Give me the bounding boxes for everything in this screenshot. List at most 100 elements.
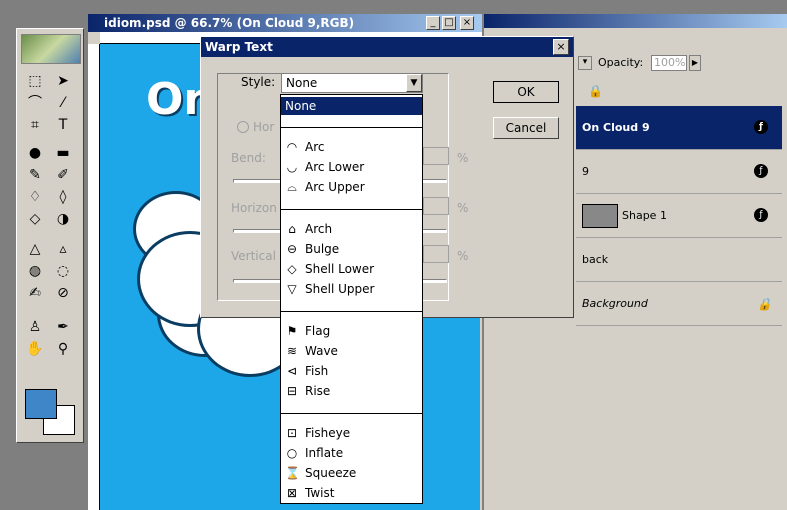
notes-tool-icon[interactable]: ✍: [23, 283, 47, 303]
dropdown-arrow-icon[interactable]: ▼: [406, 74, 422, 92]
style-option[interactable]: ⌓ Arc Upper: [281, 177, 422, 197]
layer-row[interactable]: 9ƒ: [576, 150, 782, 194]
eyedropper-tool-icon[interactable]: ⊘: [51, 283, 75, 303]
color-sampler-icon[interactable]: ✒: [51, 317, 75, 337]
style-option[interactable]: ⊠ Twist: [281, 483, 422, 503]
minimize-icon[interactable]: _: [426, 16, 440, 30]
style-option[interactable]: ⊡ Fisheye: [281, 423, 422, 443]
eraser-tool-icon[interactable]: ▬: [51, 143, 75, 163]
style-select[interactable]: None ▼: [281, 73, 423, 93]
layer-row[interactable]: On Cloud 9ƒ: [576, 106, 782, 150]
style-option[interactable]: ▽ Shell Upper: [281, 279, 422, 299]
dialog-close-icon[interactable]: ×: [553, 39, 569, 55]
flag-icon: ⚑: [286, 324, 298, 338]
pen-tool-icon[interactable]: ◍: [23, 261, 47, 281]
dialog-title-bar[interactable]: Warp Text: [201, 37, 573, 57]
bend-label: Bend:: [231, 151, 266, 165]
vertical-ruler: [88, 44, 100, 510]
opacity-arrow-icon[interactable]: ▶: [689, 55, 701, 71]
horizontal-distortion-field[interactable]: [423, 197, 449, 215]
brush-tool-icon[interactable]: ●: [23, 143, 47, 163]
separator: [281, 413, 422, 414]
style-option[interactable]: ≋ Wave: [281, 341, 422, 361]
lock-icon[interactable]: 🔒: [588, 84, 603, 98]
dialog-title: Warp Text: [205, 40, 273, 54]
horizontal-distortion-label: Horizon: [231, 201, 277, 215]
style-option-none[interactable]: None: [281, 97, 422, 115]
document-title-bar[interactable]: idiom.psd @ 66.7% (On Cloud 9,RGB): [88, 14, 482, 32]
horizontal-radio[interactable]: [237, 121, 249, 133]
blur-tool-icon[interactable]: ◇: [23, 209, 47, 229]
bend-percent: %: [457, 151, 469, 165]
type-tool-icon[interactable]: T: [51, 115, 75, 135]
wave-icon: ≋: [286, 344, 298, 358]
layer-style-icon[interactable]: ƒ: [754, 208, 768, 222]
cancel-button[interactable]: Cancel: [493, 117, 559, 139]
style-option[interactable]: ○ Inflate: [281, 443, 422, 463]
style-option[interactable]: ⊲ Fish: [281, 361, 422, 381]
twist-icon: ⊠: [286, 486, 298, 500]
crop-tool-icon[interactable]: ⌗: [23, 115, 47, 135]
shape-tool-icon[interactable]: ◌: [51, 261, 75, 281]
maximize-icon[interactable]: □: [442, 16, 456, 30]
vertical-percent: %: [457, 249, 469, 263]
separator: [281, 127, 422, 128]
bend-field[interactable]: [423, 147, 449, 165]
shell-upper-icon: ▽: [287, 282, 297, 296]
style-option[interactable]: ◡ Arc Lower: [281, 157, 422, 177]
gradient-tool-icon[interactable]: ◊: [51, 187, 75, 207]
fish-icon: ⊲: [286, 364, 298, 378]
separator: [281, 311, 422, 312]
foreground-color-swatch[interactable]: [25, 389, 57, 419]
layer-row[interactable]: back: [576, 238, 782, 282]
style-option[interactable]: ⌂ Arch: [281, 219, 422, 239]
bucket-tool-icon[interactable]: ♢: [23, 187, 47, 207]
document-title: idiom.psd @ 66.7% (On Cloud 9,RGB): [104, 16, 355, 30]
shell-lower-icon: ◇: [287, 262, 297, 276]
history-brush-icon[interactable]: ✐: [51, 165, 75, 185]
style-option[interactable]: ⌛ Squeeze: [281, 463, 422, 483]
close-icon[interactable]: ×: [460, 16, 474, 30]
ok-button[interactable]: OK: [493, 81, 559, 103]
zoom-tool-icon[interactable]: ⚲: [51, 339, 75, 359]
move-tool-icon[interactable]: ➤: [51, 71, 75, 91]
vertical-distortion-field[interactable]: [423, 245, 449, 263]
layer-style-icon[interactable]: ƒ: [754, 120, 768, 134]
marquee-tool-icon[interactable]: ⬚: [23, 71, 47, 91]
orientation-label: Hor: [253, 120, 275, 134]
style-option[interactable]: ⊖ Bulge: [281, 239, 422, 259]
arc-upper-icon: ⌓: [287, 180, 297, 194]
inflate-icon: ○: [286, 446, 298, 460]
fisheye-icon: ⊡: [286, 426, 298, 440]
arc-icon: ◠: [286, 140, 298, 154]
shape-thumbnail: [582, 204, 618, 228]
layer-row[interactable]: Shape 1ƒ: [576, 194, 782, 238]
stamp-tool-icon[interactable]: ✎: [23, 165, 47, 185]
layers-title-bar[interactable]: [484, 14, 787, 28]
style-option[interactable]: ⊟ Rise: [281, 381, 422, 401]
layer-style-icon[interactable]: ƒ: [754, 164, 768, 178]
style-option[interactable]: ◇ Shell Lower: [281, 259, 422, 279]
measure-tool-icon[interactable]: ♙: [23, 317, 47, 337]
toolbox-palette: ⬚ ➤ ⌒ ⁄ ⌗ T ● ▬ ✎ ✐ ♢ ◊ ◇ ◑ △ ▵ ◍ ◌ ✍ ⊘ …: [16, 28, 84, 443]
dodge-tool-icon[interactable]: ◑: [51, 209, 75, 229]
direct-select-icon[interactable]: ▵: [51, 239, 75, 259]
hand-tool-icon[interactable]: ✋: [23, 339, 47, 359]
bulge-icon: ⊖: [286, 242, 298, 256]
layer-row[interactable]: Background 🔒: [576, 282, 782, 326]
opacity-field[interactable]: 100%: [651, 55, 687, 71]
vertical-distortion-label: Vertical: [231, 249, 276, 263]
path-select-icon[interactable]: △: [23, 239, 47, 259]
rise-icon: ⊟: [286, 384, 298, 398]
style-option[interactable]: ⚑ Flag: [281, 321, 422, 341]
blend-mode-dropdown[interactable]: ▾: [578, 56, 592, 70]
style-dropdown-list: None ◠ Arc ◡ Arc Lower ⌓ Arc Upper ⌂ Arch ⊖ B…: [280, 94, 423, 504]
arc-lower-icon: ◡: [286, 160, 298, 174]
photoshop-logo: [21, 34, 81, 64]
lasso-tool-icon[interactable]: ⌒: [23, 93, 47, 113]
style-option[interactable]: ◠ Arc: [281, 137, 422, 157]
arch-icon: ⌂: [288, 222, 296, 236]
magic-wand-icon[interactable]: ⁄: [51, 93, 75, 113]
horizontal-percent: %: [457, 201, 469, 215]
opacity-label: Opacity:: [598, 56, 644, 69]
